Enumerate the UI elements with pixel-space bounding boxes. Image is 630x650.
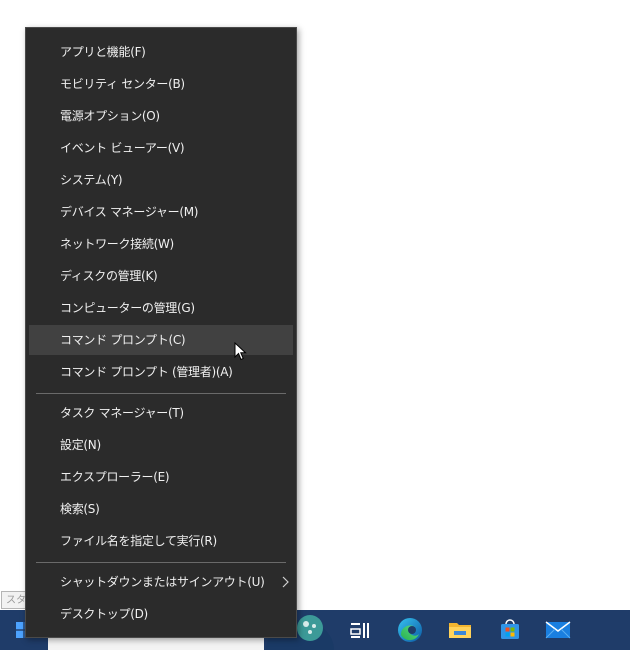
microsoft-store-icon [501, 619, 519, 639]
menu-item-command-prompt[interactable]: コマンド プロンプト(C) [29, 325, 293, 355]
mail-button[interactable] [534, 610, 582, 650]
menu-item-settings[interactable]: 設定(N) [29, 430, 293, 460]
mail-icon [545, 621, 571, 639]
menu-item-mobility-center[interactable]: モビリティ センター(B) [29, 69, 293, 99]
menu-item-label: シャットダウンまたはサインアウト(U) [60, 575, 265, 589]
edge-browser-icon [398, 618, 422, 642]
menu-item-shutdown-or-sign-out[interactable]: シャットダウンまたはサインアウト(U) [29, 567, 293, 597]
desktop-screen: スタート アプリと機能(F) モビリティ センター(B) 電源オプション(O) … [0, 0, 630, 650]
menu-item-search[interactable]: 検索(S) [29, 494, 293, 524]
menu-item-computer-management[interactable]: コンピューターの管理(G) [29, 293, 293, 323]
menu-item-power-options[interactable]: 電源オプション(O) [29, 101, 293, 131]
menu-separator [36, 562, 286, 563]
winx-context-menu: アプリと機能(F) モビリティ センター(B) 電源オプション(O) イベント … [25, 27, 297, 638]
menu-item-task-manager[interactable]: タスク マネージャー(T) [29, 398, 293, 428]
store-button[interactable] [486, 610, 534, 650]
menu-item-event-viewer[interactable]: イベント ビューアー(V) [29, 133, 293, 163]
menu-item-system[interactable]: システム(Y) [29, 165, 293, 195]
menu-separator [36, 393, 286, 394]
menu-item-device-manager[interactable]: デバイス マネージャー(M) [29, 197, 293, 227]
mouse-pointer-icon [234, 342, 247, 361]
task-view-icon [350, 623, 369, 638]
menu-item-file-explorer[interactable]: エクスプローラー(E) [29, 462, 293, 492]
task-view-button[interactable] [336, 610, 384, 650]
menu-item-apps-and-features[interactable]: アプリと機能(F) [29, 37, 293, 67]
menu-item-disk-management[interactable]: ディスクの管理(K) [29, 261, 293, 291]
chevron-right-icon [279, 567, 293, 597]
edge-button[interactable] [386, 610, 434, 650]
menu-item-run[interactable]: ファイル名を指定して実行(R) [29, 526, 293, 556]
menu-item-desktop[interactable]: デスクトップ(D) [29, 599, 293, 629]
file-explorer-icon [449, 623, 471, 638]
menu-item-command-prompt-admin[interactable]: コマンド プロンプト (管理者)(A) [29, 357, 293, 387]
file-explorer-button[interactable] [436, 610, 484, 650]
menu-item-network-connections[interactable]: ネットワーク接続(W) [29, 229, 293, 259]
